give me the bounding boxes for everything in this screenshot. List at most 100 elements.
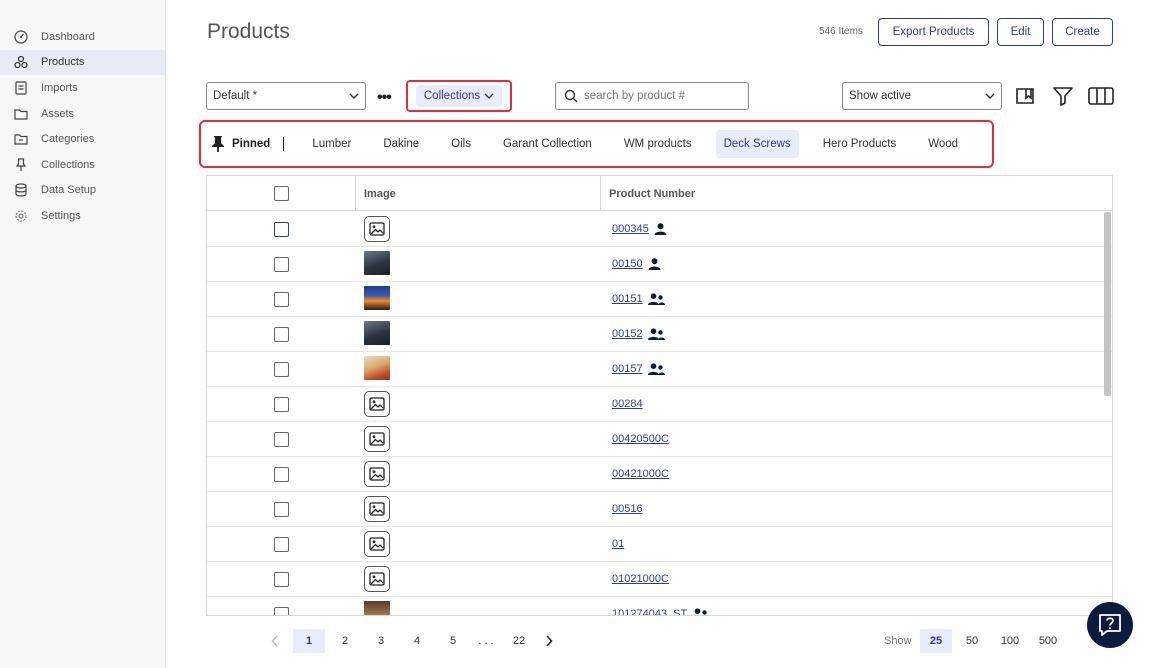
collections-dropdown-button[interactable]: Collections xyxy=(406,80,512,112)
table-row[interactable]: 00152 xyxy=(207,317,1112,352)
collection-tab-lumber[interactable]: Lumber xyxy=(304,130,359,158)
folder-icon xyxy=(14,107,28,121)
view-select[interactable]: Default * xyxy=(206,82,366,110)
product-number-link[interactable]: 01 xyxy=(612,538,624,550)
sidebar-item-dashboard[interactable]: Dashboard xyxy=(0,24,165,50)
image-cell[interactable] xyxy=(364,601,390,615)
row-checkbox[interactable] xyxy=(274,537,289,552)
image-cell[interactable] xyxy=(364,391,390,417)
page-size-option[interactable]: 50 xyxy=(956,629,988,653)
product-number-link[interactable]: 00152 xyxy=(612,328,643,340)
table-row[interactable]: 00151 xyxy=(207,282,1112,317)
product-number-link[interactable]: 01021000C xyxy=(612,573,669,585)
product-number-link[interactable]: 00284 xyxy=(612,398,643,410)
filter-icon[interactable] xyxy=(1051,84,1075,108)
page-size-option[interactable]: 500 xyxy=(1032,629,1064,653)
imports-icon xyxy=(14,81,28,95)
collection-tab-oils[interactable]: Oils xyxy=(443,130,479,158)
row-checkbox[interactable] xyxy=(274,327,289,342)
table-row[interactable]: 00516 xyxy=(207,492,1112,527)
product-number-link[interactable]: 00151 xyxy=(612,293,643,305)
page-size-option[interactable]: 100 xyxy=(994,629,1026,653)
sidebar: Dashboard Products Imports Assets Categories… xyxy=(0,0,166,668)
table-row[interactable]: 101274043_ST xyxy=(207,597,1112,615)
next-page-button[interactable] xyxy=(539,629,559,653)
row-checkbox[interactable] xyxy=(274,397,289,412)
page-button[interactable]: 1 xyxy=(293,629,325,653)
row-checkbox[interactable] xyxy=(274,257,289,272)
more-options-button[interactable]: ••• xyxy=(377,89,392,107)
edit-button[interactable]: Edit xyxy=(997,18,1044,46)
last-page-button[interactable]: 22 xyxy=(503,629,535,653)
page-button[interactable]: 2 xyxy=(329,629,361,653)
table-row[interactable]: 00421000C xyxy=(207,457,1112,492)
collection-tab-dakine[interactable]: Dakine xyxy=(375,130,427,158)
image-cell[interactable] xyxy=(364,461,390,487)
create-button[interactable]: Create xyxy=(1052,18,1113,46)
select-all-checkbox[interactable] xyxy=(273,186,289,201)
page-button[interactable]: 4 xyxy=(401,629,433,653)
image-cell[interactable] xyxy=(364,356,390,382)
page-size-option[interactable]: 25 xyxy=(920,629,952,653)
product-number-link[interactable]: 00420500C xyxy=(612,433,669,445)
table-row[interactable]: 00284 xyxy=(207,387,1112,422)
book-icon[interactable] xyxy=(1014,84,1038,108)
product-number-link[interactable]: 00421000C xyxy=(612,468,669,480)
collection-tab-garant-collection[interactable]: Garant Collection xyxy=(495,130,600,158)
image-cell[interactable] xyxy=(364,566,390,592)
row-checkbox[interactable] xyxy=(274,292,289,307)
collection-tab-wood[interactable]: Wood xyxy=(920,130,966,158)
page-button[interactable]: 5 xyxy=(437,629,469,653)
page-title: Products xyxy=(207,20,290,43)
table-row[interactable]: 00157 xyxy=(207,352,1112,387)
row-checkbox[interactable] xyxy=(274,607,289,615)
product-thumbnail xyxy=(364,286,390,310)
export-products-button[interactable]: Export Products xyxy=(878,18,989,46)
image-cell[interactable] xyxy=(364,216,390,242)
sidebar-item-label: Settings xyxy=(41,209,81,222)
sidebar-item-products[interactable]: Products xyxy=(0,49,165,76)
table-scrollbar[interactable] xyxy=(1104,212,1111,396)
row-checkbox[interactable] xyxy=(274,222,289,237)
product-number-link[interactable]: 101274043_ST xyxy=(612,608,687,615)
collection-tab-hero-products[interactable]: Hero Products xyxy=(815,130,905,158)
status-select[interactable]: Show active xyxy=(842,82,1002,110)
sidebar-item-imports[interactable]: Imports xyxy=(0,75,165,101)
image-cell[interactable] xyxy=(364,496,390,522)
sidebar-item-assets[interactable]: Assets xyxy=(0,101,165,127)
table-row[interactable]: 00150 xyxy=(207,247,1112,282)
product-number-link[interactable]: 00516 xyxy=(612,503,643,515)
collection-tab-deck-screws[interactable]: Deck Screws xyxy=(715,130,799,158)
image-cell[interactable] xyxy=(364,426,390,452)
row-checkbox[interactable] xyxy=(274,362,289,377)
table-row[interactable]: 01021000C xyxy=(207,562,1112,597)
row-checkbox[interactable] xyxy=(274,432,289,447)
columns-icon[interactable] xyxy=(1088,84,1114,108)
image-cell[interactable] xyxy=(364,286,390,312)
row-checkbox[interactable] xyxy=(274,467,289,482)
image-cell[interactable] xyxy=(364,321,390,347)
product-number-link[interactable]: 00157 xyxy=(612,363,643,375)
search-input[interactable]: search by product # xyxy=(555,82,749,110)
sidebar-item-settings[interactable]: Settings xyxy=(0,203,165,229)
collection-tab-wm-products[interactable]: WM products xyxy=(616,130,700,158)
product-number-link[interactable]: 000345 xyxy=(612,223,649,235)
image-cell[interactable] xyxy=(364,251,390,277)
table-row[interactable]: 01 xyxy=(207,527,1112,562)
help-button[interactable] xyxy=(1087,602,1133,648)
dashboard-icon xyxy=(14,30,28,44)
page-button[interactable]: 3 xyxy=(365,629,397,653)
pinned-label: Pinned xyxy=(210,135,270,153)
table-row[interactable]: 000345 xyxy=(207,212,1112,247)
header-image: Image xyxy=(356,176,601,211)
sidebar-item-data-setup[interactable]: Data Setup xyxy=(0,178,165,204)
product-number-cell: 00152 xyxy=(612,328,665,340)
table-row[interactable]: 00420500C xyxy=(207,422,1112,457)
row-checkbox[interactable] xyxy=(274,502,289,517)
row-checkbox[interactable] xyxy=(274,572,289,587)
sidebar-item-collections[interactable]: Collections xyxy=(0,152,165,178)
prev-page-button[interactable] xyxy=(265,629,285,653)
product-number-link[interactable]: 00150 xyxy=(612,258,643,270)
sidebar-item-categories[interactable]: Categories xyxy=(0,126,165,152)
image-cell[interactable] xyxy=(364,531,390,557)
